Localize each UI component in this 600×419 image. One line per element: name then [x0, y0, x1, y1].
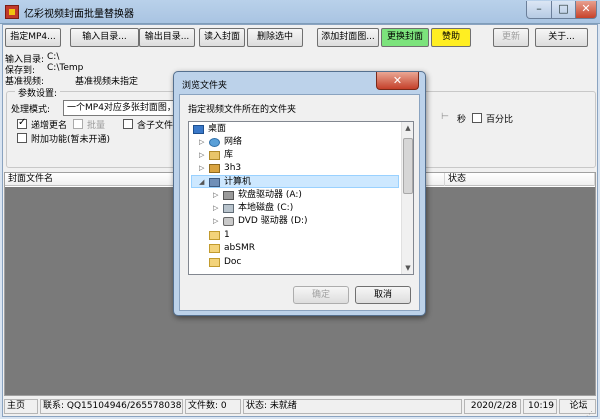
- tree-item-local-disk[interactable]: ▷ 本地磁盘 (C:): [191, 202, 399, 215]
- base-video-value: 基准视频未指定: [75, 77, 139, 87]
- update-button[interactable]: 更新: [493, 28, 529, 47]
- resize-grip[interactable]: ⋰: [586, 410, 596, 418]
- window-title: 亿彩视频封面批量替换器: [24, 9, 134, 20]
- mode-label: 处理模式:: [11, 105, 51, 115]
- browse-folder-dialog: 浏览文件夹 ✕ 指定视频文件所在的文件夹 桌面 ▷ 网络 ▷ 库 ▷ 3h3 ◢…: [173, 71, 426, 316]
- status-home[interactable]: 主页: [4, 399, 38, 414]
- expand-arrow-icon[interactable]: ▷: [199, 162, 204, 175]
- output-dir-value: C:\Temp: [47, 63, 84, 73]
- auto-rename-checkbox[interactable]: [17, 117, 27, 129]
- settings-group-title: 参数设置:: [15, 86, 61, 99]
- status-state: 状态: 未就绪: [243, 399, 462, 414]
- auto-rename-label: 递增更名: [31, 121, 68, 131]
- folder-icon: [209, 258, 220, 267]
- tree-item-label: 计算机: [224, 177, 252, 187]
- tree-item-label: abSMR: [224, 243, 255, 253]
- user-folder-icon: [209, 164, 220, 173]
- seconds-label: 秒: [457, 115, 467, 125]
- scroll-up-icon[interactable]: ▲: [402, 122, 413, 134]
- select-mp4-button[interactable]: 指定MP4...: [5, 28, 61, 47]
- tree-item-computer[interactable]: ◢ 计算机: [191, 175, 399, 188]
- batch-label: 批量: [87, 121, 106, 131]
- expand-arrow-icon[interactable]: ▷: [213, 215, 218, 228]
- dialog-title: 浏览文件夹: [182, 81, 228, 91]
- tree-item-label: 软盘驱动器 (A:): [238, 190, 302, 200]
- tree-item-label: DVD 驱动器 (D:): [238, 216, 308, 226]
- desktop-icon: [193, 125, 204, 134]
- input-dir-button[interactable]: 输入目录...: [70, 28, 139, 47]
- expand-arrow-icon[interactable]: ▷: [213, 189, 218, 202]
- floppy-drive-icon: [223, 191, 234, 200]
- status-file-count: 文件数: 0: [185, 399, 241, 414]
- status-date: 2020/2/28: [464, 399, 521, 414]
- about-button[interactable]: 关于...: [535, 28, 588, 47]
- tree-item-label: 1: [224, 230, 230, 240]
- dialog-content: 指定视频文件所在的文件夹 桌面 ▷ 网络 ▷ 库 ▷ 3h3 ◢ 计算机 ▷ 软…: [179, 94, 420, 311]
- tree-item-floppy-drive[interactable]: ▷ 软盘驱动器 (A:): [191, 189, 399, 202]
- tree-item-label: 3h3: [224, 163, 242, 173]
- network-icon: [209, 138, 220, 147]
- replace-cover-button[interactable]: 更换封面: [381, 28, 429, 47]
- title-bar: 亿彩视频封面批量替换器 – □ ✕: [0, 0, 600, 24]
- tree-item-label: Doc: [224, 257, 242, 267]
- dialog-close-button[interactable]: ✕: [376, 72, 419, 90]
- folder-icon: [209, 231, 220, 240]
- expand-arrow-icon[interactable]: ▷: [199, 149, 204, 162]
- tree-item-folder[interactable]: 1: [191, 229, 399, 242]
- library-icon: [209, 151, 220, 160]
- delete-selected-button[interactable]: 删除选中: [247, 28, 303, 47]
- tree-item-folder[interactable]: Doc: [191, 256, 399, 274]
- column-status[interactable]: 状态: [445, 173, 595, 186]
- scroll-thumb[interactable]: [403, 138, 413, 194]
- folder-icon: [209, 244, 220, 253]
- percent-checkbox[interactable]: [472, 113, 482, 123]
- minimize-button[interactable]: –: [526, 1, 552, 19]
- status-bar: 主页 联系: QQ15104946/2655780380» 文件数: 0 状态:…: [3, 397, 597, 416]
- ok-button[interactable]: 确定: [293, 286, 349, 304]
- add-cover-button[interactable]: 添加封面图...: [317, 28, 379, 47]
- cancel-button[interactable]: 取消: [355, 286, 411, 304]
- spin-divider: ⊢: [441, 112, 449, 122]
- tree-item-label: 库: [224, 150, 234, 160]
- load-cover-button[interactable]: 读入封面: [199, 28, 245, 47]
- expand-arrow-icon[interactable]: ▷: [199, 136, 204, 149]
- maximize-button[interactable]: □: [551, 1, 576, 19]
- tree-item-folder[interactable]: abSMR: [191, 242, 399, 255]
- scroll-down-icon[interactable]: ▼: [402, 262, 413, 274]
- expand-arrow-icon[interactable]: ▷: [213, 202, 218, 215]
- include-subdirs-checkbox[interactable]: [123, 119, 133, 129]
- tree-item-desktop[interactable]: 桌面: [191, 123, 399, 136]
- status-contact: 联系: QQ15104946/2655780380»: [40, 399, 183, 414]
- tree-item-label: 桌面: [208, 124, 227, 134]
- batch-checkbox[interactable]: [73, 119, 83, 129]
- folder-tree[interactable]: 桌面 ▷ 网络 ▷ 库 ▷ 3h3 ◢ 计算机 ▷ 软盘驱动器 (A:) ▷ 本…: [188, 121, 414, 275]
- tree-item-library[interactable]: ▷ 库: [191, 149, 399, 162]
- tree-scrollbar[interactable]: ▲ ▼: [401, 122, 413, 274]
- output-dir-button[interactable]: 输出目录...: [139, 28, 195, 47]
- tree-item-user[interactable]: ▷ 3h3: [191, 162, 399, 175]
- computer-icon: [209, 178, 220, 187]
- addon-label: 附加功能(暂未开通): [31, 135, 111, 145]
- local-disk-icon: [223, 204, 234, 213]
- input-dir-value: C:\: [47, 52, 60, 62]
- dialog-prompt: 指定视频文件所在的文件夹: [188, 105, 297, 115]
- addon-checkbox[interactable]: [17, 133, 27, 143]
- app-icon: [5, 5, 19, 19]
- status-time: 10:19: [523, 399, 557, 414]
- tree-item-network[interactable]: ▷ 网络: [191, 136, 399, 149]
- close-button[interactable]: ✕: [575, 1, 597, 19]
- donate-button[interactable]: 赞助: [431, 28, 471, 47]
- percent-label: 百分比: [486, 115, 514, 125]
- tree-item-label: 网络: [224, 137, 243, 147]
- tree-item-label: 本地磁盘 (C:): [238, 203, 294, 213]
- tree-item-dvd-drive[interactable]: ▷ DVD 驱动器 (D:): [191, 215, 399, 228]
- collapse-arrow-icon[interactable]: ◢: [199, 176, 204, 189]
- dvd-drive-icon: [223, 217, 234, 226]
